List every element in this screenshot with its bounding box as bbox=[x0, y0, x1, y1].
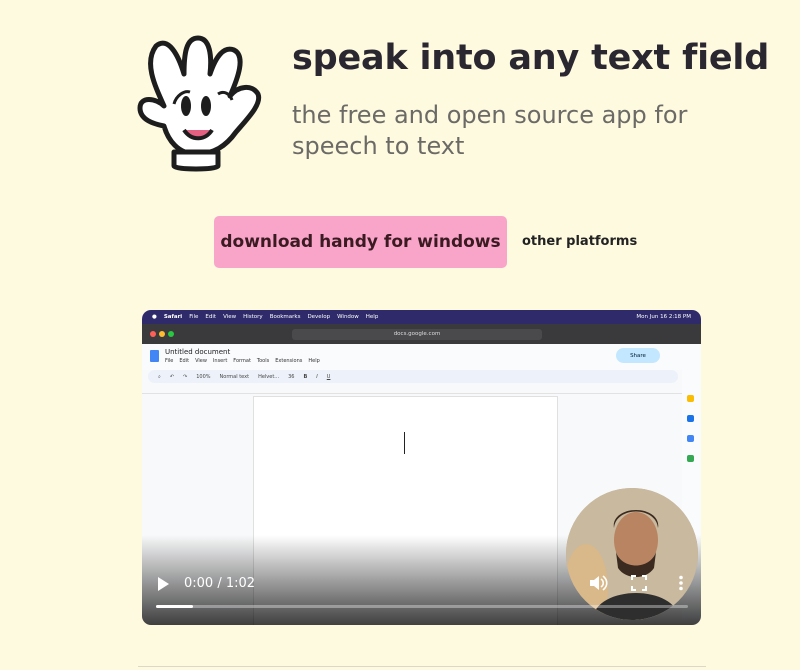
mac-menu-item: History bbox=[243, 314, 263, 320]
minimize-dot-icon bbox=[159, 331, 165, 337]
docs-icon bbox=[150, 350, 159, 362]
mac-menu-item: Help bbox=[365, 314, 379, 320]
redo-icon: ↷ bbox=[183, 373, 188, 380]
apple-icon: ● bbox=[152, 314, 157, 320]
volume-icon[interactable] bbox=[588, 574, 608, 592]
docs-menu-item: Insert bbox=[212, 358, 228, 364]
safari-toolbar: docs.google.com bbox=[142, 324, 701, 344]
bold-icon: B bbox=[303, 373, 308, 380]
docs-toolbar: ⌕ ↶ ↷ 100% Normal text Helvet... 36 B I … bbox=[148, 370, 678, 383]
mac-menu-bar: ● Safari File Edit View History Bookmark… bbox=[142, 310, 701, 324]
undo-icon: ↶ bbox=[169, 373, 175, 380]
italic-icon: I bbox=[316, 373, 318, 380]
progress-fill bbox=[156, 605, 194, 608]
doc-title: Untitled document bbox=[165, 348, 231, 356]
contacts-icon bbox=[687, 435, 694, 442]
font-size: 36 bbox=[288, 373, 295, 380]
docs-menu-item: Format bbox=[233, 358, 251, 364]
download-windows-button[interactable]: download handy for windows bbox=[214, 216, 507, 268]
text-cursor bbox=[404, 432, 405, 454]
handy-mascot-logo bbox=[137, 35, 262, 172]
share-button: Share bbox=[616, 348, 660, 363]
other-platforms-link[interactable]: other platforms bbox=[522, 234, 637, 249]
close-dot-icon bbox=[150, 331, 156, 337]
video-time: 0:00 / 1:02 bbox=[184, 576, 256, 591]
play-icon[interactable] bbox=[158, 577, 169, 591]
underline-icon: U bbox=[326, 373, 331, 380]
keep-icon bbox=[687, 395, 694, 402]
maps-icon bbox=[687, 455, 694, 462]
zoom-value: 100% bbox=[196, 373, 211, 380]
divider bbox=[138, 666, 706, 667]
docs-menu-item: Extensions bbox=[275, 358, 303, 364]
mac-menu-item: Edit bbox=[205, 314, 217, 320]
mac-menu-item: File bbox=[189, 314, 199, 320]
mac-clock: Mon Jun 16 2:18 PM bbox=[636, 314, 691, 320]
font-select: Helvet... bbox=[258, 373, 280, 380]
ruler bbox=[142, 385, 682, 394]
mac-menu-item: Develop bbox=[307, 314, 331, 320]
docs-menu-item: File bbox=[165, 358, 174, 364]
search-icon: ⌕ bbox=[158, 373, 161, 380]
hero: speak into any text field the free and o… bbox=[0, 0, 800, 200]
hero-subtitle: the free and open source app for speech … bbox=[292, 101, 688, 160]
docs-menu-item: View bbox=[195, 358, 207, 364]
progress-bar[interactable] bbox=[156, 605, 688, 608]
style-select: Normal text bbox=[219, 373, 250, 380]
mac-menu-item: View bbox=[223, 314, 237, 320]
mac-menu-item: Safari bbox=[163, 314, 183, 320]
docs-menu-item: Tools bbox=[256, 358, 270, 364]
hero-title: speak into any text field bbox=[292, 38, 770, 78]
docs-menu: File Edit View Insert Format Tools Exten… bbox=[165, 358, 320, 364]
mac-menu-item: Bookmarks bbox=[269, 314, 301, 320]
mac-menu-item: Window bbox=[337, 314, 359, 320]
docs-menu-item: Help bbox=[308, 358, 320, 364]
fullscreen-icon[interactable] bbox=[631, 575, 647, 591]
video-controls: 0:00 / 1:02 bbox=[142, 565, 701, 625]
docs-menu-item: Edit bbox=[179, 358, 190, 364]
demo-video[interactable]: ● Safari File Edit View History Bookmark… bbox=[142, 310, 701, 625]
address-bar: docs.google.com bbox=[292, 329, 542, 340]
docs-header: Untitled document File Edit View Insert … bbox=[142, 344, 701, 370]
more-options-icon[interactable] bbox=[678, 575, 684, 591]
zoom-dot-icon bbox=[168, 331, 174, 337]
tasks-icon bbox=[687, 415, 694, 422]
